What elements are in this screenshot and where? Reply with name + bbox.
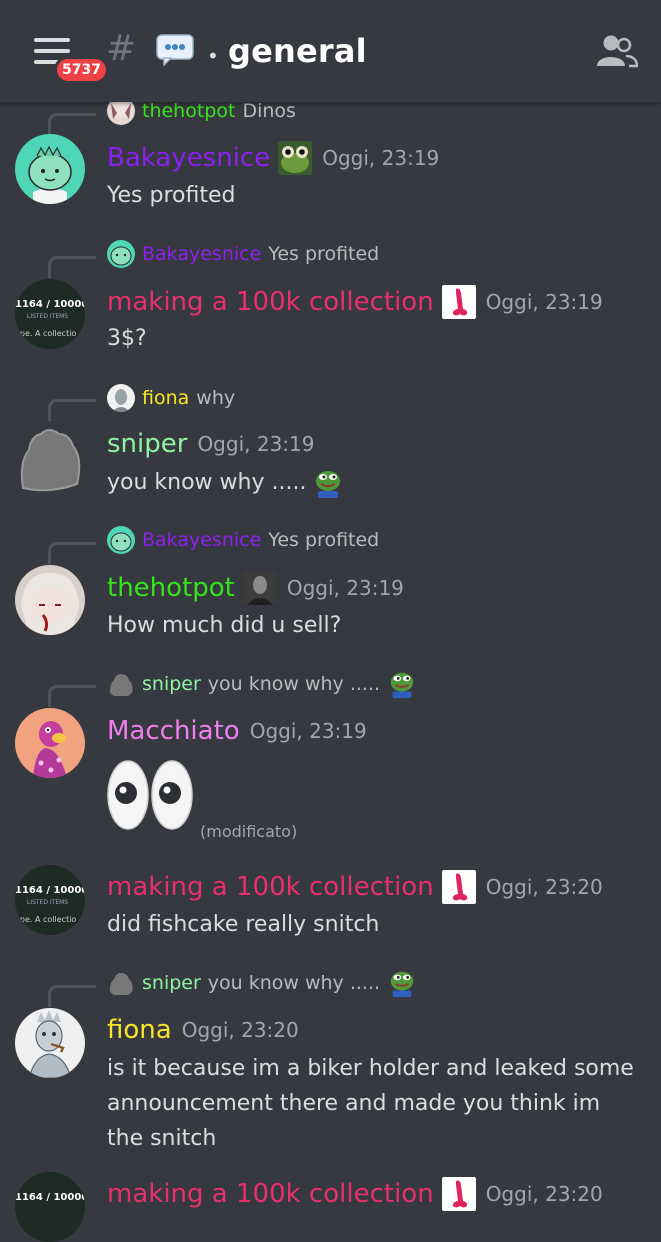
dildo-role-icon	[441, 285, 476, 319]
author-name[interactable]: Bakayesnice	[107, 143, 270, 173]
unread-badge: 5737	[54, 56, 109, 84]
avatar[interactable]: 1164 / 100000	[15, 1172, 85, 1242]
reply-avatar	[107, 384, 135, 412]
timestamp: Oggi, 23:20	[485, 1182, 603, 1206]
message-header: sniper Oggi, 23:19	[107, 422, 314, 466]
message-header: fiona Oggi, 23:20	[107, 1008, 299, 1052]
message-header: Bakayesnice Oggi, 23:19	[107, 136, 439, 180]
message-header: making a 100k collection Oggi, 23:19	[107, 280, 603, 324]
reply-spine	[48, 985, 96, 1007]
message-text: is it because im a biker holder and leak…	[107, 1056, 634, 1151]
reply-spine	[48, 399, 96, 421]
timestamp: Oggi, 23:19	[322, 146, 440, 170]
avatar[interactable]: 1164 / 100000 LISTED ITEMS ape. A collec…	[15, 279, 85, 349]
channel-header: 5737 # • general	[0, 0, 661, 102]
reply-text: you know why .....	[207, 673, 381, 695]
avatar-caption: LISTED ITEMS	[27, 899, 69, 906]
reply-preview[interactable]: Bakayesnice Yes profited	[107, 525, 379, 555]
avatar-caption: 1164 / 100000	[15, 885, 85, 896]
reply-avatar	[107, 526, 135, 554]
reply-text: Yes profited	[268, 529, 380, 551]
reply-avatar	[107, 969, 135, 997]
members-icon[interactable]	[596, 34, 638, 68]
timestamp: Oggi, 23:20	[485, 875, 603, 899]
author-name[interactable]: sniper	[107, 429, 187, 459]
pepe-emoji-icon	[390, 971, 414, 998]
reply-text: Dinos	[242, 100, 296, 122]
avatar-caption: 1164 / 100000	[15, 1192, 85, 1203]
frog-role-icon	[278, 141, 313, 175]
avatar[interactable]	[15, 565, 85, 635]
message-text: How much did u sell?	[107, 613, 342, 638]
reply-author[interactable]: sniper	[142, 673, 201, 695]
message-header: making a 100k collection Oggi, 23:20	[107, 865, 603, 909]
author-name[interactable]: Macchiato	[107, 716, 240, 746]
reply-author[interactable]: Bakayesnice	[142, 529, 261, 551]
reply-preview[interactable]: fiona why	[107, 383, 235, 413]
avatar[interactable]: 1164 / 100000 LISTED ITEMS ape. A collec…	[15, 865, 85, 935]
portrait-role-icon	[242, 571, 277, 605]
avatar-caption: ape. A collectio	[15, 329, 77, 338]
author-name[interactable]: making a 100k collection	[107, 872, 434, 902]
eyes-emoji-icon	[107, 760, 193, 830]
reply-spine	[48, 685, 96, 707]
timestamp: Oggi, 23:20	[181, 1018, 299, 1042]
avatar[interactable]	[15, 1008, 85, 1078]
message-text-content: you know why .....	[107, 470, 307, 495]
reply-spine	[48, 113, 96, 135]
reply-avatar	[107, 670, 135, 698]
avatar[interactable]	[15, 134, 85, 204]
reply-preview[interactable]: sniper you know why .....	[107, 669, 417, 699]
timestamp: Oggi, 23:19	[249, 719, 367, 743]
reply-text: why	[196, 387, 236, 409]
message-header: Macchiato Oggi, 23:19	[107, 709, 367, 753]
pepe-emoji-icon	[390, 672, 414, 699]
message-header: making a 100k collection Oggi, 23:20	[107, 1172, 603, 1216]
dildo-role-icon	[441, 1177, 476, 1211]
edited-label: (modificato)	[200, 822, 298, 841]
message-text: Yes profited	[107, 183, 236, 208]
avatar[interactable]	[15, 422, 85, 492]
timestamp: Oggi, 23:19	[286, 576, 404, 600]
separator-dot: •	[207, 44, 219, 68]
timestamp: Oggi, 23:19	[197, 432, 315, 456]
reply-preview[interactable]: sniper you know why .....	[107, 968, 417, 998]
dildo-role-icon	[441, 870, 476, 904]
pepe-emoji-icon	[316, 470, 341, 498]
reply-preview[interactable]: Bakayesnice Yes profited	[107, 239, 379, 269]
reply-author[interactable]: Bakayesnice	[142, 243, 261, 265]
author-name[interactable]: thehotpot	[107, 573, 235, 603]
avatar-caption: 1164 / 100000	[15, 299, 85, 310]
channel-name: general	[228, 32, 367, 70]
reply-author[interactable]: thehotpot	[142, 100, 235, 122]
message-text: 3$?	[107, 326, 147, 351]
avatar-caption: LISTED ITEMS	[27, 313, 69, 320]
reply-avatar	[107, 240, 135, 268]
reply-spine	[48, 256, 96, 278]
reply-spine	[48, 542, 96, 564]
reply-author[interactable]: fiona	[142, 387, 189, 409]
timestamp: Oggi, 23:19	[485, 290, 603, 314]
reply-text: you know why .....	[207, 972, 381, 994]
author-name[interactable]: making a 100k collection	[107, 287, 434, 317]
author-name[interactable]: making a 100k collection	[107, 1179, 434, 1209]
message-text: did fishcake really snitch	[107, 912, 380, 937]
reply-author[interactable]: sniper	[142, 972, 201, 994]
avatar[interactable]	[15, 708, 85, 778]
message-text: you know why .....	[107, 465, 642, 500]
reply-text: Yes profited	[268, 243, 380, 265]
avatar-caption: ape. A collectio	[15, 915, 77, 924]
message-header: thehotpot Oggi, 23:19	[107, 566, 404, 610]
channel-hash-icon: #	[106, 28, 137, 69]
author-name[interactable]: fiona	[107, 1015, 172, 1045]
speech-bubble-icon	[156, 34, 194, 66]
